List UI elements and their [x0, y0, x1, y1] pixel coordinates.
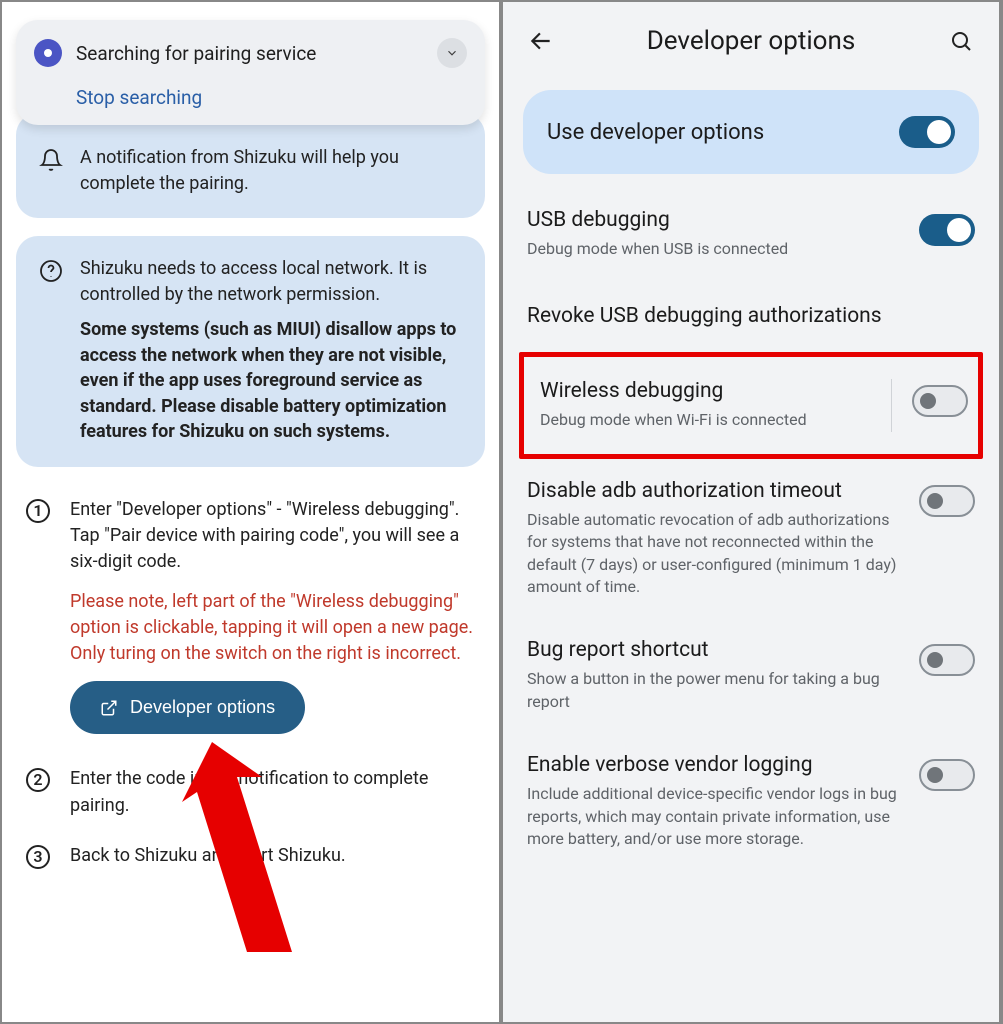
- page-title: Developer options: [561, 26, 941, 56]
- bug-report-shortcut-row[interactable]: Bug report shortcut Show a button in the…: [503, 618, 999, 733]
- chevron-down-icon[interactable]: [437, 38, 467, 68]
- step-number-1: 1: [24, 497, 52, 525]
- adb-timeout-desc: Disable automatic revocation of adb auth…: [527, 509, 905, 599]
- bell-icon: [38, 147, 64, 173]
- step-2: 2 Enter the code in the notification to …: [24, 766, 477, 818]
- step3-text: Back to Shizuku and start Shizuku.: [70, 843, 477, 871]
- developer-options-button[interactable]: Developer options: [70, 681, 305, 734]
- back-button[interactable]: [521, 28, 561, 54]
- verbose-switch[interactable]: [919, 759, 975, 791]
- question-icon: [38, 258, 64, 284]
- tip1-line2: complete the pairing.: [80, 171, 399, 197]
- master-label: Use developer options: [547, 120, 764, 145]
- use-developer-options-row[interactable]: Use developer options: [523, 90, 979, 174]
- verbose-desc: Include additional device-specific vendo…: [527, 783, 905, 850]
- search-button[interactable]: [941, 29, 981, 53]
- step1-note: Please note, left part of the "Wireless …: [70, 589, 477, 667]
- step-number-3: 3: [24, 843, 52, 871]
- stop-searching-action[interactable]: Stop searching: [76, 86, 467, 109]
- bug-shortcut-switch[interactable]: [919, 644, 975, 676]
- tip2-p1: Shizuku needs to access local network. I…: [80, 256, 463, 307]
- developer-options-pane: Developer options Use developer options …: [503, 2, 999, 1022]
- header-bar: Developer options: [503, 2, 999, 76]
- wireless-debugging-row[interactable]: Wireless debugging Debug mode when Wi-Fi…: [524, 357, 978, 453]
- bug-shortcut-label: Bug report shortcut: [527, 638, 905, 662]
- tip-pairing-notification: A notification from Shizuku will help yo…: [16, 113, 485, 218]
- step2-text: Enter the code in the notification to co…: [70, 766, 477, 818]
- bug-shortcut-desc: Show a button in the power menu for taki…: [527, 668, 905, 713]
- step-1: 1 Enter "Developer options" - "Wireless …: [24, 497, 477, 743]
- verbose-vendor-logging-row[interactable]: Enable verbose vendor logging Include ad…: [503, 733, 999, 870]
- wireless-debugging-label: Wireless debugging: [540, 379, 871, 403]
- verbose-label: Enable verbose vendor logging: [527, 753, 905, 777]
- row-divider: [891, 379, 892, 431]
- shizuku-app-pane: Searching for pairing service Stop searc…: [2, 2, 499, 1022]
- notification-title: Searching for pairing service: [76, 42, 437, 65]
- usb-debugging-desc: Debug mode when USB is connected: [527, 238, 905, 260]
- adb-timeout-switch[interactable]: [919, 485, 975, 517]
- pairing-notification[interactable]: Searching for pairing service Stop searc…: [16, 20, 485, 125]
- app-icon: [34, 39, 62, 67]
- adb-timeout-label: Disable adb authorization timeout: [527, 479, 905, 503]
- wireless-debugging-switch[interactable]: [912, 385, 968, 417]
- step-3: 3 Back to Shizuku and start Shizuku.: [24, 843, 477, 871]
- usb-debugging-row[interactable]: USB debugging Debug mode when USB is con…: [503, 188, 999, 280]
- usb-debugging-label: USB debugging: [527, 208, 905, 232]
- usb-debugging-switch[interactable]: [919, 214, 975, 246]
- disable-adb-timeout-row[interactable]: Disable adb authorization timeout Disabl…: [503, 459, 999, 619]
- tip1-line1: A notification from Shizuku will help yo…: [80, 145, 399, 171]
- annotation-highlight-box: Wireless debugging Debug mode when Wi-Fi…: [519, 352, 983, 458]
- wireless-debugging-desc: Debug mode when Wi-Fi is connected: [540, 409, 871, 431]
- search-icon: [949, 29, 973, 53]
- step-number-2: 2: [24, 766, 52, 794]
- use-developer-options-switch[interactable]: [899, 116, 955, 148]
- revoke-usb-auth-row[interactable]: Revoke USB debugging authorizations: [503, 280, 999, 352]
- step1-text: Enter "Developer options" - "Wireless de…: [70, 497, 477, 575]
- external-link-icon: [100, 699, 118, 717]
- tip-network-permission: Shizuku needs to access local network. I…: [16, 236, 485, 467]
- developer-options-button-label: Developer options: [130, 697, 275, 718]
- tip2-p2: Some systems (such as MIUI) disallow app…: [80, 317, 463, 445]
